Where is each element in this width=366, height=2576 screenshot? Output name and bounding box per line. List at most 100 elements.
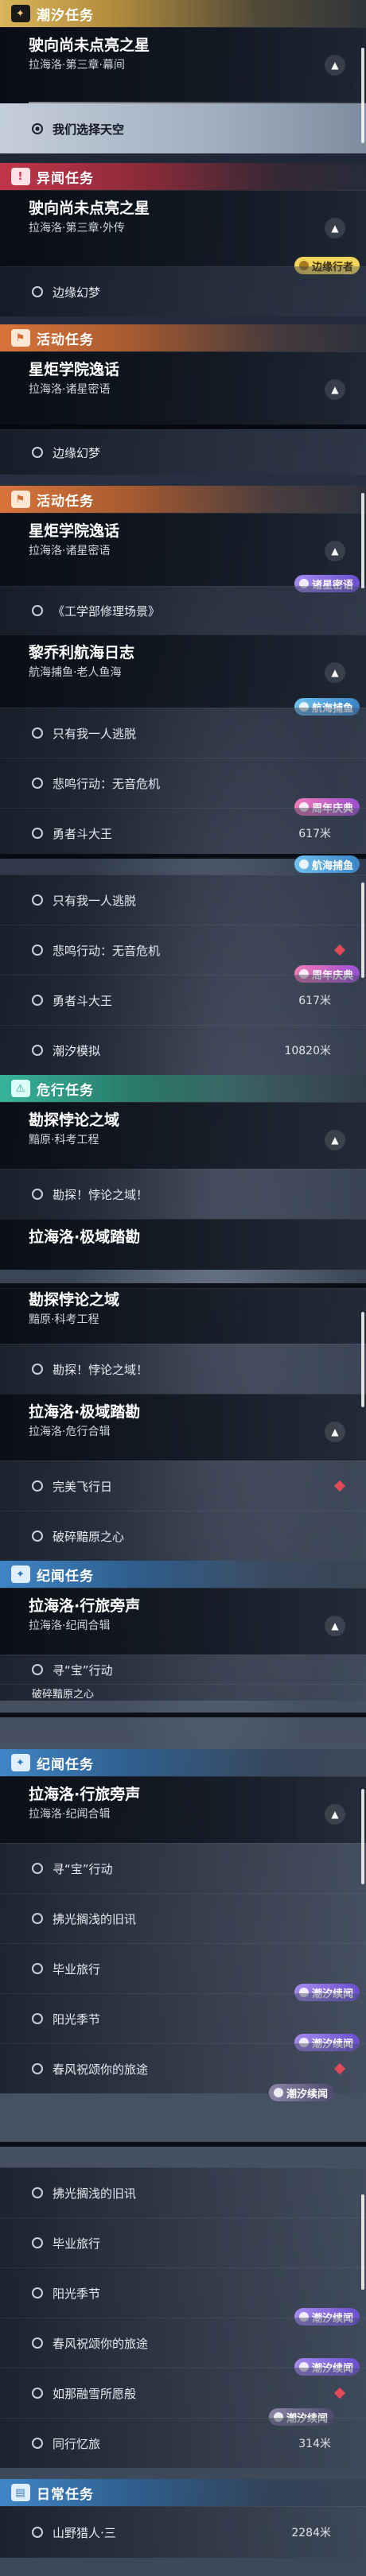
radio-icon — [32, 447, 43, 458]
collapse-chevron-icon[interactable]: ▲ — [325, 541, 345, 561]
record-badge-icon: ✦ — [11, 1754, 30, 1771]
section-3: 航海捕鱼 只有我一人逃脱 悲鸣行动：无音危机 周年庆典 勇者斗大王 617米 潮… — [0, 855, 366, 1270]
quest-card[interactable]: 驶向尚未点亮之星 拉海洛·第三章·幕间 ▲ — [0, 27, 366, 103]
step-label: 拂光搁浅的旧讯 — [53, 1911, 137, 1926]
step-label: 勘探！悖论之域！ — [53, 1187, 149, 1202]
radio-icon — [32, 727, 43, 739]
danger-badge-icon: ⚠ — [11, 1080, 30, 1097]
category-anecdote[interactable]: ! 异闻任务 — [0, 163, 366, 190]
category-label: 纪闻任务 — [37, 1756, 94, 1773]
distance-label: 2284米 — [291, 2527, 331, 2539]
event-badge-icon: ⚑ — [11, 329, 30, 347]
quest-step[interactable]: 破碎黯原之心 — [0, 1511, 366, 1561]
quest-step[interactable]: 拂光搁浅的旧讯 — [0, 1893, 366, 1943]
quest-step[interactable]: 勇者斗大王 617米 — [0, 808, 366, 858]
collapse-chevron-icon[interactable]: ▲ — [325, 662, 345, 683]
scrollbar[interactable] — [361, 493, 364, 588]
quest-step[interactable]: 同行忆旅 314米 — [0, 2418, 366, 2468]
scrollbar[interactable] — [361, 2194, 364, 2290]
quest-step[interactable]: 勘探！悖论之域！ — [0, 1169, 366, 1219]
step-label: 只有我一人逃脱 — [53, 893, 137, 908]
scrollbar[interactable] — [361, 1789, 364, 1884]
step-label: 悲鸣行动：无音危机 — [53, 776, 161, 791]
section-6: 拂光搁浅的旧讯 毕业旅行 阳光季节 潮汐续闻 春风祝颂你的旅途 潮汐续闻 如那融… — [0, 2147, 366, 2558]
scrollbar[interactable] — [361, 48, 364, 143]
quest-step[interactable]: 完美飞行日 — [0, 1461, 366, 1511]
radio-icon — [32, 1189, 43, 1200]
step-label: 《工学部修理场景》 — [53, 603, 161, 619]
quest-subtitle: 拉海洛·诸星密语 — [29, 545, 111, 557]
collapse-chevron-icon[interactable]: ▲ — [325, 218, 345, 239]
quest-step[interactable]: 春风祝颂你的旅途 潮汐续闻 — [0, 2043, 366, 2101]
radio-icon — [32, 894, 43, 906]
quest-step-selected[interactable]: 我们选择天空 — [0, 103, 366, 153]
quest-step[interactable]: 只有我一人逃脱 — [0, 708, 366, 758]
quest-subtitle: 拉海洛·第三章·外传 — [29, 222, 125, 235]
quest-step[interactable]: 勘探！悖论之域！ — [0, 1344, 366, 1394]
step-label: 春风祝颂你的旅途 — [53, 2336, 149, 2351]
quest-card[interactable]: 驶向尚未点亮之星 拉海洛·第三章·外传 ▲ 边缘行者 — [0, 190, 366, 274]
step-label: 春风祝颂你的旅途 — [53, 2062, 149, 2077]
quest-step[interactable]: 拂光搁浅的旧讯 — [0, 2167, 366, 2217]
collapse-chevron-icon[interactable]: ▲ — [325, 1130, 345, 1150]
quest-step[interactable]: 春风祝颂你的旅途 潮汐续闻 — [0, 2318, 366, 2376]
radio-icon — [32, 2337, 43, 2349]
quest-step[interactable]: 悲鸣行动：无音危机 周年庆典 — [0, 925, 366, 983]
quest-card[interactable]: 黎乔利航海日志 航海捕鱼·老人鱼海 ▲ 航海捕鱼 — [0, 634, 366, 716]
radio-icon — [32, 945, 43, 956]
quest-step[interactable]: 毕业旅行 — [0, 2217, 366, 2268]
category-record[interactable]: ✦ 纪闻任务 — [0, 1561, 366, 1588]
step-label: 毕业旅行 — [53, 1961, 101, 1977]
step-label: 同行忆旅 — [53, 2436, 101, 2451]
quest-step[interactable]: 潮汐模拟 10820米 — [0, 1025, 366, 1075]
category-tidal[interactable]: ✦ 潮汐任务 — [0, 0, 366, 27]
collapse-chevron-icon[interactable]: ▲ — [325, 1422, 345, 1442]
tag-row: 航海捕鱼 — [0, 855, 366, 875]
quest-card[interactable]: 星炬学院逸话 拉海洛·诸星密语 ▲ — [0, 351, 366, 428]
quest-step[interactable]: 只有我一人逃脱 — [0, 875, 366, 925]
scrollbar[interactable] — [361, 883, 364, 978]
radio-icon — [32, 995, 43, 1006]
category-danger[interactable]: ⚠ 危行任务 — [0, 1075, 366, 1102]
category-event[interactable]: ⚑ 活动任务 — [0, 486, 366, 513]
quest-card[interactable]: 星炬学院逸话 拉海洛·诸星密语 ▲ 诸星密语 — [0, 513, 366, 592]
quest-step[interactable]: 阳光季节 潮汐续闻 — [0, 2268, 366, 2326]
quest-step[interactable]: 山野猎人·三 2284米 — [0, 2506, 366, 2558]
quest-title: 拉海洛·极域踏勘 — [29, 1403, 141, 1421]
quest-card[interactable]: 拉海洛·极域踏勘 — [0, 1219, 366, 1270]
quest-step[interactable]: 阳光季节 潮汐续闻 — [0, 1993, 366, 2051]
quest-title: 驶向尚未点亮之星 — [29, 200, 150, 217]
quest-card[interactable]: 勘探悖论之域 黯原·科考工程 ▲ — [0, 1102, 366, 1169]
quest-subtitle: 拉海洛·诸星密语 — [29, 383, 111, 396]
quest-card[interactable]: 拉海洛·行旅旁声 拉海洛·纪闻合辑 ▲ — [0, 1776, 366, 1843]
quest-step[interactable]: 如那融雪所愿般 潮汐续闻 — [0, 2368, 366, 2426]
quest-step[interactable]: 寻“宝”行动 — [0, 1655, 366, 1684]
quest-step[interactable]: 边缘幻梦 — [0, 266, 366, 316]
quest-step[interactable]: 《工学部修理场景》 — [0, 586, 366, 634]
collapse-chevron-icon[interactable]: ▲ — [325, 379, 345, 400]
quest-step[interactable]: 破碎黯原之心 — [0, 1684, 366, 1701]
quest-card[interactable]: 拉海洛·极域踏勘 拉海洛·危行合辑 ▲ — [0, 1394, 366, 1461]
radio-icon — [32, 1963, 43, 1974]
radio-icon — [32, 1045, 43, 1056]
category-daily[interactable]: ▤ 日常任务 — [0, 2479, 366, 2506]
radio-icon — [32, 1364, 43, 1375]
quest-step[interactable]: 勇者斗大王 617米 — [0, 975, 366, 1025]
quest-step[interactable]: 毕业旅行 潮汐续闻 — [0, 1943, 366, 2001]
step-label: 阳光季节 — [53, 2012, 101, 2027]
quest-step[interactable]: 悲鸣行动：无音危机 周年庆典 — [0, 758, 366, 816]
category-event[interactable]: ⚑ 活动任务 — [0, 324, 366, 351]
quest-step[interactable]: 边缘幻梦 — [0, 429, 366, 475]
collapse-chevron-icon[interactable]: ▲ — [325, 55, 345, 76]
step-label: 边缘幻梦 — [53, 285, 101, 300]
collapse-chevron-icon[interactable]: ▲ — [325, 1616, 345, 1636]
quest-step[interactable]: 寻“宝”行动 — [0, 1843, 366, 1893]
radio-icon — [32, 2013, 43, 2024]
quest-card[interactable]: 勘探悖论之域 黯原·科考工程 — [0, 1288, 366, 1344]
scrollbar[interactable] — [361, 1312, 364, 1407]
category-record[interactable]: ✦ 纪闻任务 — [0, 1749, 366, 1776]
category-label: 活动任务 — [37, 332, 94, 348]
quest-card[interactable]: 拉海洛·行旅旁声 拉海洛·纪闻合辑 ▲ — [0, 1588, 366, 1655]
collapse-chevron-icon[interactable]: ▲ — [325, 1804, 345, 1825]
record-badge-icon: ✦ — [11, 1565, 30, 1583]
